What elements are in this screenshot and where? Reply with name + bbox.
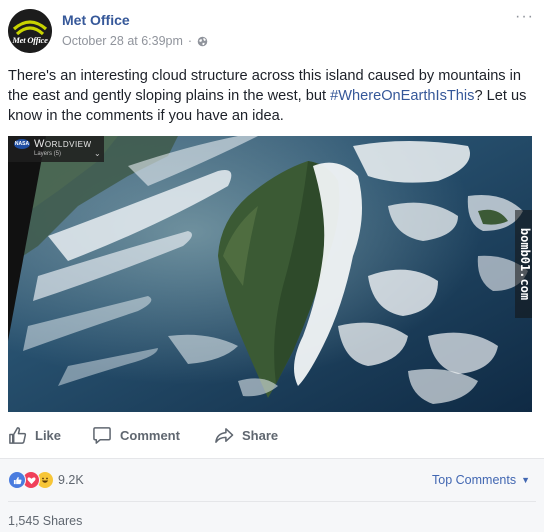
chevron-down-icon: ⌄ [94,149,101,158]
page-name-link[interactable]: Met Office [62,12,130,28]
comment-button[interactable]: Comment [92,424,180,446]
satellite-image [8,136,532,412]
like-label: Like [35,427,62,443]
top-comments-dropdown[interactable]: Top Comments ▼ [432,473,530,487]
comment-icon [93,426,111,444]
shares-count-link[interactable]: 1,545 Shares [8,514,82,528]
watermark: bomb01.com [515,210,532,318]
avatar-label: Met Office [12,35,48,45]
post-timestamp[interactable]: October 28 at 6:39pm [62,34,183,48]
worldview-label: Worldview [34,138,92,150]
avatar[interactable]: Met Office [8,9,52,53]
comment-label: Comment [120,427,180,443]
hashtag-link[interactable]: #WhereOnEarthIsThis [330,88,474,104]
meta-separator: · [187,34,193,48]
more-options-icon[interactable]: ··· [515,8,534,26]
post-text: There's an interesting cloud structure a… [8,66,536,126]
top-comments-label: Top Comments [432,473,517,487]
post-header: Met Office Met Office October 28 at 6:39… [0,0,544,60]
globe-icon[interactable] [197,36,208,47]
met-office-logo [8,9,52,53]
footer-divider [8,501,536,502]
action-bar: Like Comment Share [0,414,544,454]
like-button[interactable]: Like [8,424,61,446]
post-photo[interactable]: NASA Worldview Layers (5) ⌄ bomb01.com [8,136,532,412]
post-meta: October 28 at 6:39pm · [62,34,208,48]
layers-label: Layers (5) [34,151,62,157]
caret-down-icon: ▼ [521,475,530,485]
facebook-post: Met Office Met Office October 28 at 6:39… [0,0,544,532]
nasa-logo: NASA [14,139,30,149]
share-label: Share [242,427,279,443]
like-reaction-icon [8,471,26,489]
share-button[interactable]: Share [214,424,278,446]
reaction-count: 9.2K [58,473,84,487]
post-footer: 9.2K Top Comments ▼ 1,545 Shares [0,458,544,532]
share-icon [215,427,234,443]
reactions-summary[interactable]: 9.2K [8,471,84,489]
thumbs-up-icon [9,426,27,444]
worldview-bar: NASA Worldview Layers (5) ⌄ [8,136,104,162]
watermark-text: bomb01.com [518,227,532,301]
